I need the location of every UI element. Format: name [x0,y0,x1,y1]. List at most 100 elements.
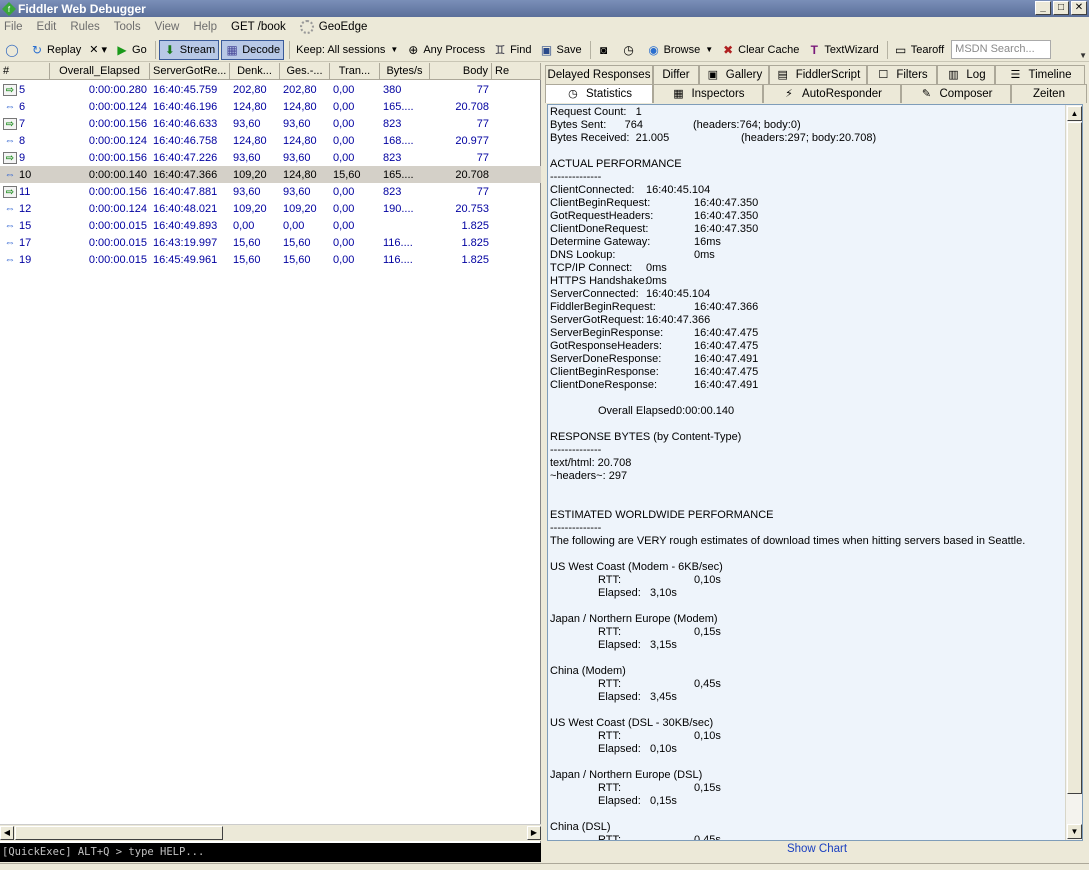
textwizard-button[interactable]: T TextWizard [804,40,881,60]
tab-delayedresponses[interactable]: Delayed Responses [545,65,653,84]
tab-log[interactable]: ▥ Log [937,65,995,84]
tab-zeiten[interactable]: Zeiten [1011,84,1087,103]
menu-item-edit[interactable]: Edit [37,21,57,33]
stats-label: Elapsed: 3,45s [598,691,677,703]
column-header[interactable]: Denk... [230,63,280,80]
stream-button[interactable]: ⬇ Stream [158,39,220,60]
column-header[interactable]: Re [492,63,541,80]
column-header[interactable]: Body [430,63,492,80]
column-header[interactable]: Ges.-... [280,63,330,80]
stats-label: ServerDoneResponse: [550,353,662,365]
scroll-down-icon[interactable]: ▼ [1067,824,1082,839]
menu-item-geoedge[interactable]: GeoEdge [299,20,367,34]
tab-composer[interactable]: ✎ Composer [901,84,1011,103]
cell-elapsed: 0:00:00.015 [88,253,147,266]
menu-item-file[interactable]: File [4,21,23,33]
session-id-cell: ⇨ 9 [0,151,50,164]
tab-filters[interactable]: ☐ Filters [867,65,937,84]
horizontal-scrollbar[interactable]: ◀ ▶ [0,824,541,841]
stats-line: RTT: 0,45s [550,678,1064,691]
tab-label: Inspectors [691,88,745,100]
maximize-button[interactable]: □ [1053,1,1069,15]
go-button[interactable]: ▶ Go [112,40,150,60]
menu-item-getbook[interactable]: GET /book [231,21,286,33]
tab-timeline[interactable]: ☰ Timeline [995,65,1085,84]
menu-item-rules[interactable]: Rules [70,21,99,33]
quickexec-input[interactable]: [QuickExec] ALT+Q > type HELP... [0,843,541,862]
close-button[interactable]: ✕ [1071,1,1087,15]
cell-server: 16:40:49.893 [153,219,218,232]
session-row[interactable]: ⇨ 5 0:00:00.280 16:40:45.759 202,80 202,80 0,0… [0,81,541,98]
session-row[interactable]: ⇨ 7 0:00:00.156 16:40:46.633 93,60 93,60 0,00 8… [0,115,541,132]
session-row[interactable]: ⇔ 6 0:00:00.124 16:40:46.196 124,80 124,80 0,0… [0,98,541,115]
session-row[interactable]: ⇔ 8 0:00:00.124 16:40:46.758 124,80 124,80 0,0… [0,132,541,149]
stats-value: 0,10s [694,730,721,742]
remove-button[interactable]: ✕ ▾ [86,40,110,60]
any-process-button[interactable]: ⊕ Any Process [403,40,488,60]
session-id: 12 [19,202,32,215]
column-header[interactable]: ServerGotRe... [150,63,230,80]
decode-button[interactable]: ▦ Decode [221,39,285,60]
session-row[interactable]: ⇔ 17 0:00:00.015 16:43:19.997 15,60 15,60 0,00… [0,234,541,251]
session-row[interactable]: ⇔ 12 0:00:00.124 16:40:48.021 109,20 109,20 0,… [0,200,541,217]
toolbar-overflow-icon[interactable]: ▼ [1079,51,1087,60]
toolbar-separator [886,40,888,59]
stats-value: 0,15s [694,782,721,794]
stats-line: Elapsed: 0,10s [550,743,1064,756]
clear-cache-button[interactable]: ✖ Clear Cache [718,40,802,60]
vertical-scrollbar[interactable]: ▲ ▼ [1065,105,1082,840]
keep-sessions-dropdown[interactable]: Keep: All sessions ▼ [293,40,401,60]
stats-label: FiddlerBeginRequest: [550,301,656,313]
stats-value: 0ms [646,275,667,287]
cell-denk: 124,80 [233,134,267,147]
column-header[interactable]: Overall_Elapsed [50,63,150,80]
session-row[interactable]: ⇔ 10 0:00:00.140 16:40:47.366 109,20 124,80 15… [0,166,541,183]
session-row[interactable]: ⇔ 15 0:00:00.015 16:40:49.893 0,00 0,00 0,00 1.… [0,217,541,234]
stats-value: 0,45s [694,678,721,690]
screenshot-button[interactable]: ◙ [594,40,617,60]
timer-button[interactable]: ◷ [619,40,642,60]
stats-line: Request Count: 1 [550,106,1064,119]
stats-line: ClientConnected: 16:40:45.104 [550,184,1064,197]
scroll-thumb[interactable] [15,826,223,840]
stats-label: HTTPS Handshake: [550,275,648,287]
tab-autoresponder[interactable]: ⚡ AutoResponder [763,84,901,103]
replay-button[interactable]: ↻ Replay [27,40,84,60]
session-id-cell: ⇔ 19 [0,254,50,266]
column-header[interactable]: # [0,63,50,80]
stats-line: RESPONSE BYTES (by Content-Type) [550,431,1064,444]
column-header[interactable]: Bytes/s [380,63,430,80]
cell-body: 77 [476,185,489,198]
stats-line: ClientBeginResponse: 16:40:47.475 [550,366,1064,379]
stats-label: GotRequestHeaders: [550,210,654,222]
save-label: Save [556,43,582,56]
minimize-button[interactable]: _ [1035,1,1051,15]
comment-button[interactable]: ◯ [2,40,25,60]
session-row[interactable]: ⇨ 9 0:00:00.156 16:40:47.226 93,60 93,60 0,00 8… [0,149,541,166]
menu-item-help[interactable]: Help [193,21,217,33]
session-id-cell: ⇨ 5 [0,83,50,96]
save-button[interactable]: ▣ Save [536,40,584,60]
tab-fiddlerscript[interactable]: ▤ FiddlerScript [769,65,867,84]
tearoff-button[interactable]: ▭ Tearoff [891,40,947,60]
msdn-search-input[interactable]: MSDN Search... [951,40,1052,59]
browse-button[interactable]: ◉ Browse ▼ [644,40,717,60]
column-header[interactable]: Tran... [330,63,380,80]
scroll-right-icon[interactable]: ▶ [527,826,541,840]
find-button[interactable]: ♊ Find [490,40,534,60]
clear-cache-label: Clear Cache [738,43,800,56]
session-row[interactable]: ⇔ 19 0:00:00.015 16:45:49.961 15,60 15,60 0,00… [0,251,541,268]
scroll-left-icon[interactable]: ◀ [0,826,14,840]
show-chart-link[interactable]: Show Chart [545,843,1089,860]
stream-icon: ⬇ [164,42,175,57]
session-row[interactable]: ⇨ 11 0:00:00.156 16:40:47.881 93,60 93,60 0,00… [0,183,541,200]
scroll-thumb[interactable] [1067,122,1082,794]
tab-inspectors[interactable]: ▦ Inspectors [653,84,763,103]
tab-differ[interactable]: Differ [653,65,699,84]
menu-item-view[interactable]: View [155,21,180,33]
stats-label: RTT: [598,834,622,841]
menu-item-tools[interactable]: Tools [114,21,141,33]
tab-statistics[interactable]: ◷ Statistics [545,84,653,103]
tab-gallery[interactable]: ▣ Gallery [699,65,769,84]
scroll-up-icon[interactable]: ▲ [1067,106,1082,121]
